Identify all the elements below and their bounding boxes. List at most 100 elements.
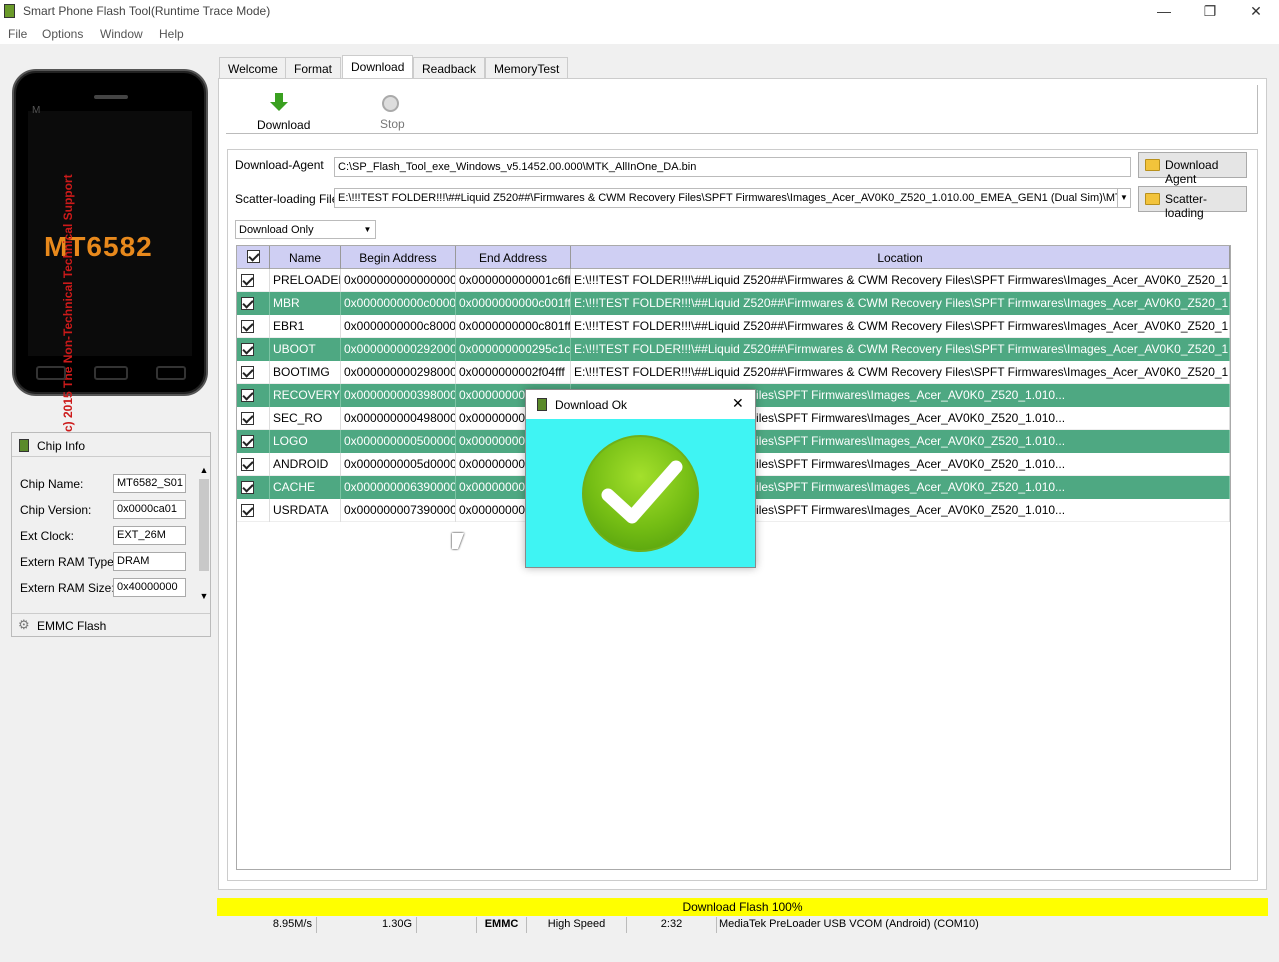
row-checkbox-cell[interactable] — [237, 499, 270, 522]
download-ok-dialog: Download Ok ✕ — [525, 389, 756, 568]
tab-format[interactable]: Format — [285, 57, 342, 79]
dialog-close-button[interactable]: ✕ — [732, 395, 744, 412]
cell-begin: 0x0000000000000000 — [341, 269, 456, 292]
ext-clock-value: EXT_26M — [113, 526, 186, 545]
download-agent-button[interactable]: Download Agent — [1138, 152, 1247, 186]
chip-info-header[interactable]: Chip Info — [12, 433, 210, 457]
row-checkbox[interactable] — [241, 412, 254, 425]
folder-icon — [1145, 159, 1160, 171]
row-checkbox[interactable] — [241, 274, 254, 287]
tab-welcome[interactable]: Welcome — [219, 57, 287, 79]
mode-dropdown-icon[interactable]: ▼ — [361, 222, 374, 237]
dialog-app-icon — [537, 398, 547, 411]
success-check-icon — [582, 435, 699, 552]
minimize-button[interactable]: — — [1141, 0, 1187, 23]
status-storage: EMMC — [477, 917, 527, 933]
row-checkbox-cell[interactable] — [237, 361, 270, 384]
phone-mark: M — [32, 105, 41, 116]
download-agent-field[interactable]: C:\SP_Flash_Tool_exe_Windows_v5.1452.00.… — [334, 157, 1131, 177]
emmc-flash-header[interactable]: ⚙ EMMC Flash — [12, 613, 210, 635]
cell-name: BOOTIMG — [270, 361, 341, 384]
row-checkbox-cell[interactable] — [237, 453, 270, 476]
cell-name: CACHE — [270, 476, 341, 499]
scroll-thumb[interactable] — [199, 479, 209, 571]
table-row[interactable]: UBOOT 0x0000000002920000 0x000000000295c1c… — [237, 338, 1230, 361]
status-port: MediaTek PreLoader USB VCOM (Android) (C… — [719, 918, 979, 930]
select-all-checkbox[interactable] — [247, 250, 260, 263]
menu-file[interactable]: File — [8, 27, 27, 41]
col-end-address: End Address — [456, 246, 571, 269]
close-button[interactable]: ✕ — [1233, 0, 1279, 23]
select-all-cell[interactable] — [237, 246, 270, 269]
cell-begin: 0x0000000005000000 — [341, 430, 456, 453]
row-checkbox[interactable] — [241, 320, 254, 333]
row-checkbox[interactable] — [241, 481, 254, 494]
status-empty — [417, 917, 477, 933]
row-checkbox[interactable] — [241, 389, 254, 402]
scatter-loading-button[interactable]: Scatter-loading — [1138, 186, 1247, 220]
row-checkbox-cell[interactable] — [237, 407, 270, 430]
chip-version-label: Chip Version: — [20, 503, 92, 517]
gear-icon: ⚙ — [18, 617, 30, 632]
row-checkbox[interactable] — [241, 297, 254, 310]
row-checkbox-cell[interactable] — [237, 292, 270, 315]
row-checkbox-cell[interactable] — [237, 476, 270, 499]
row-checkbox-cell[interactable] — [237, 384, 270, 407]
row-checkbox[interactable] — [241, 435, 254, 448]
row-checkbox[interactable] — [241, 458, 254, 471]
row-checkbox[interactable] — [241, 504, 254, 517]
tab-memorytest[interactable]: MemoryTest — [485, 57, 569, 79]
scatter-file-field[interactable]: E:\!!!TEST FOLDER!!!\##Liquid Z520##\Fir… — [334, 188, 1118, 208]
cell-loc: E:\!!!TEST FOLDER!!!\##Liquid Z520##\Fir… — [571, 338, 1230, 361]
chip-info-panel: Chip Info Chip Name: MT6582_S01 Chip Ver… — [11, 432, 211, 637]
download-label: Download — [257, 118, 311, 132]
chip-icon — [19, 439, 29, 452]
folder-icon — [1145, 193, 1160, 205]
emmc-flash-label: EMMC Flash — [37, 619, 107, 633]
scatter-dropdown-icon[interactable]: ▼ — [1117, 188, 1131, 208]
cell-begin: 0x0000000002920000 — [341, 338, 456, 361]
menu-bar: File Options Window Help — [0, 23, 1279, 44]
cell-name: UBOOT — [270, 338, 341, 361]
scroll-up-icon[interactable]: ▲ — [198, 465, 210, 475]
menu-help[interactable]: Help — [159, 27, 184, 41]
cell-begin: 0x0000000003980000 — [341, 384, 456, 407]
chip-row: Ext Clock: EXT_26M — [20, 526, 200, 546]
tab-download[interactable]: Download — [342, 55, 414, 79]
table-row[interactable]: EBR1 0x0000000000c80000 0x0000000000c801ff… — [237, 315, 1230, 338]
table-row[interactable]: BOOTIMG 0x0000000002980000 0x0000000002f04… — [237, 361, 1230, 384]
table-row[interactable]: PRELOADER 0x0000000000000000 0x00000000000… — [237, 269, 1230, 292]
chip-info-scrollbar[interactable]: ▲ ▼ — [198, 465, 210, 605]
download-button[interactable]: Download — [250, 91, 312, 133]
row-checkbox-cell[interactable] — [237, 269, 270, 292]
stop-button[interactable]: Stop — [374, 91, 414, 133]
row-checkbox[interactable] — [241, 343, 254, 356]
table-row[interactable]: MBR 0x0000000000c00000 0x0000000000c001ff E… — [237, 292, 1230, 315]
maximize-button[interactable]: ❐ — [1187, 0, 1233, 23]
scroll-down-icon[interactable]: ▼ — [198, 591, 210, 601]
status-bar: 8.95M/s 1.30G EMMC High Speed 2:32 Media… — [217, 917, 1268, 933]
menu-window[interactable]: Window — [100, 27, 143, 41]
download-agent-label: Download-Agent — [235, 158, 324, 172]
title-bar: Smart Phone Flash Tool(Runtime Trace Mod… — [0, 0, 1279, 23]
mode-select[interactable]: Download Only — [235, 220, 376, 239]
row-checkbox-cell[interactable] — [237, 315, 270, 338]
cell-begin: 0x0000000000c80000 — [341, 315, 456, 338]
row-checkbox-cell[interactable] — [237, 430, 270, 453]
row-checkbox-cell[interactable] — [237, 338, 270, 361]
chip-row: Extern RAM Type: DRAM — [20, 552, 200, 572]
scatter-label: Scatter-loading File — [235, 192, 339, 206]
tab-readback[interactable]: Readback — [413, 57, 486, 79]
home-key-icon — [94, 366, 128, 380]
cell-name: EBR1 — [270, 315, 341, 338]
stop-icon — [382, 95, 399, 112]
status-speed: 8.95M/s — [217, 917, 317, 933]
status-time: 2:32 — [627, 917, 717, 933]
col-name: Name — [270, 246, 341, 269]
dialog-title: Download Ok — [555, 398, 628, 412]
cell-name: SEC_RO — [270, 407, 341, 430]
cell-loc: E:\!!!TEST FOLDER!!!\##Liquid Z520##\Fir… — [571, 269, 1230, 292]
menu-options[interactable]: Options — [42, 27, 83, 41]
row-checkbox[interactable] — [241, 366, 254, 379]
ram-size-value: 0x40000000 — [113, 578, 186, 597]
